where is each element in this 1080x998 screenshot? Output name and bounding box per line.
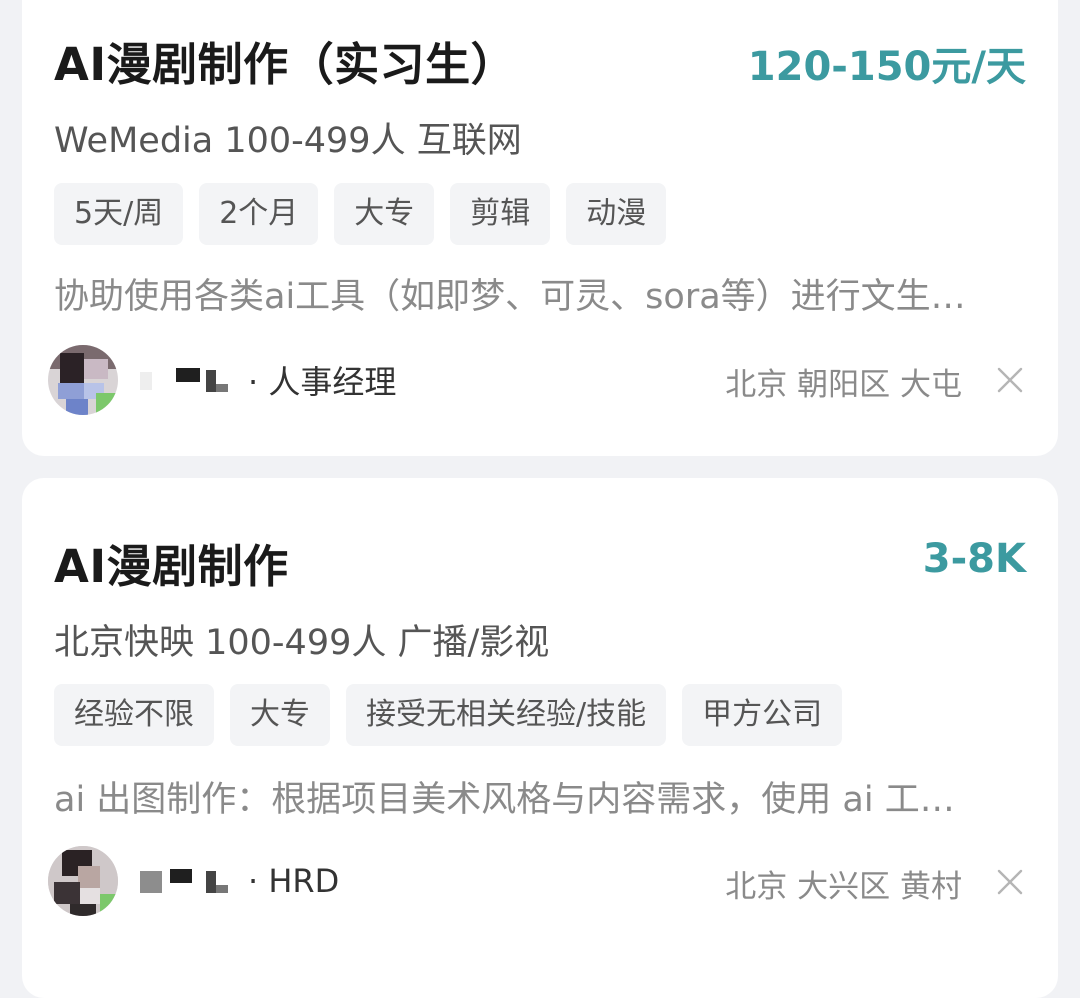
tag: 剪辑: [450, 183, 551, 245]
location: 北京 大兴区 黄村: [725, 869, 962, 905]
close-icon[interactable]: [996, 868, 1024, 896]
close-icon[interactable]: [996, 366, 1024, 394]
tag: 5天/周: [54, 183, 184, 245]
tag: 大专: [230, 684, 330, 746]
avatar: [48, 846, 118, 916]
recruiter-role: · HRD: [248, 862, 340, 900]
tag: 动漫: [566, 183, 667, 245]
tag-list: 5天/周 2个月 大专 剪辑 动漫: [54, 183, 667, 245]
job-title: AI漫剧制作（实习生）: [54, 38, 517, 91]
job-description: ai 出图制作：根据项目美术风格与内容需求，使用 ai 工…: [54, 780, 955, 820]
recruiter-name: [140, 360, 248, 400]
tag: 甲方公司: [682, 684, 843, 746]
company-info: 北京快映 100-499人 广播/影视: [54, 623, 550, 663]
tag: 经验不限: [54, 684, 214, 746]
job-card[interactable]: AI漫剧制作 3-8K 北京快映 100-499人 广播/影视 经验不限 大专 …: [22, 478, 1058, 998]
recruiter[interactable]: · HRD: [48, 846, 339, 916]
tag: 2个月: [199, 183, 319, 245]
job-card[interactable]: AI漫剧制作（实习生） 120-150元/天 WeMedia 100-499人 …: [22, 0, 1058, 456]
company-info: WeMedia 100-499人 互联网: [54, 121, 522, 161]
job-description: 协助使用各类ai工具（如即梦、可灵、sora等）进行文生…: [54, 277, 966, 317]
tag: 大专: [334, 183, 435, 245]
salary: 120-150元/天: [747, 44, 1026, 90]
salary: 3-8K: [922, 536, 1026, 582]
recruiter-name: [140, 861, 248, 901]
recruiter[interactable]: · 人事经理: [48, 345, 396, 415]
tag: 接受无相关经验/技能: [346, 684, 667, 746]
avatar: [48, 345, 118, 415]
location: 北京 朝阳区 大屯: [725, 367, 962, 403]
tag-list: 经验不限 大专 接受无相关经验/技能 甲方公司: [54, 684, 843, 746]
job-title: AI漫剧制作: [54, 540, 289, 593]
recruiter-role: · 人事经理: [248, 363, 397, 401]
